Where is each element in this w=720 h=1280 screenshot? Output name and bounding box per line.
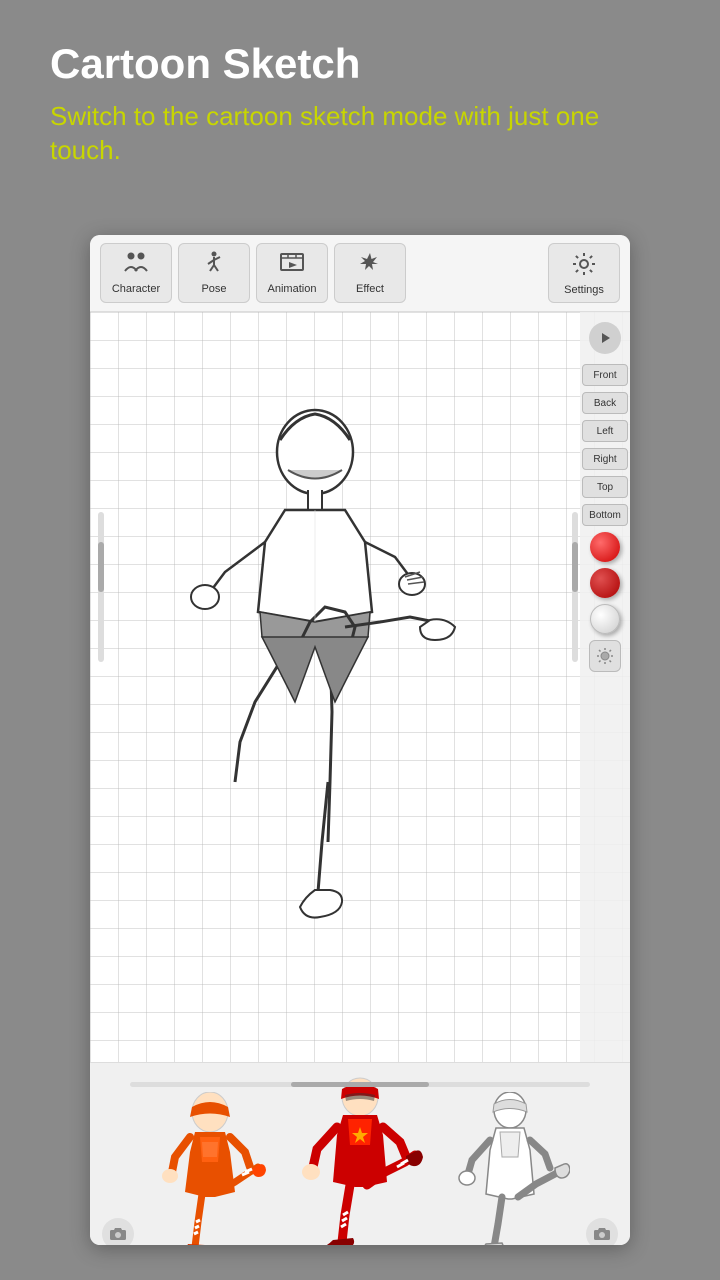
top-view-button[interactable]: Top xyxy=(582,476,628,498)
app-container: Character Pose xyxy=(90,235,630,1245)
canvas-area[interactable]: Front Back Left Right Top Bottom xyxy=(90,312,630,1062)
effect-icon xyxy=(357,251,383,279)
right-scrollbar-thumb xyxy=(572,542,578,592)
character-thumbnail-1[interactable] xyxy=(145,1082,275,1245)
color-ball-1[interactable] xyxy=(590,532,620,562)
pose-label: Pose xyxy=(201,283,226,295)
header-section: Cartoon Sketch Switch to the cartoon ske… xyxy=(0,0,720,188)
toolbar: Character Pose xyxy=(90,235,630,312)
bottom-view-button[interactable]: Bottom xyxy=(582,504,628,526)
light-button[interactable] xyxy=(589,640,621,672)
left-scrollbar[interactable] xyxy=(98,512,104,662)
character-icon xyxy=(123,251,149,279)
app-subtitle: Switch to the cartoon sketch mode with j… xyxy=(50,100,670,168)
front-view-button[interactable]: Front xyxy=(582,364,628,386)
right-controls-panel: Front Back Left Right Top Bottom xyxy=(580,312,630,1062)
character-thumbnail-2[interactable] xyxy=(295,1082,425,1245)
play-button[interactable] xyxy=(589,322,621,354)
settings-label: Settings xyxy=(564,284,604,296)
app-title: Cartoon Sketch xyxy=(50,40,670,88)
character-button[interactable]: Character xyxy=(100,243,172,303)
pose-button[interactable]: Pose xyxy=(178,243,250,303)
characters-row xyxy=(90,1063,630,1245)
effect-button[interactable]: Effect xyxy=(334,243,406,303)
character-thumbnail-3[interactable] xyxy=(445,1082,575,1245)
animation-button[interactable]: Animation xyxy=(256,243,328,303)
animation-label: Animation xyxy=(268,283,317,295)
pose-icon xyxy=(201,251,227,279)
camera-right-button[interactable] xyxy=(586,1218,618,1245)
settings-button[interactable]: Settings xyxy=(548,243,620,303)
bottom-scrollbar[interactable] xyxy=(130,1082,590,1087)
effect-label: Effect xyxy=(356,283,384,295)
back-view-button[interactable]: Back xyxy=(582,392,628,414)
right-view-button[interactable]: Right xyxy=(582,448,628,470)
bottom-scrollbar-thumb xyxy=(291,1082,429,1087)
right-scrollbar[interactable] xyxy=(572,512,578,662)
animation-icon xyxy=(279,251,305,279)
bottom-character-strip xyxy=(90,1062,630,1245)
left-view-button[interactable]: Left xyxy=(582,420,628,442)
character-label: Character xyxy=(112,283,160,295)
character-sketch xyxy=(140,362,500,982)
camera-left-button[interactable] xyxy=(102,1218,134,1245)
settings-icon xyxy=(571,251,597,280)
left-scrollbar-thumb xyxy=(98,542,104,592)
color-ball-2[interactable] xyxy=(590,568,620,598)
color-ball-3[interactable] xyxy=(590,604,620,634)
